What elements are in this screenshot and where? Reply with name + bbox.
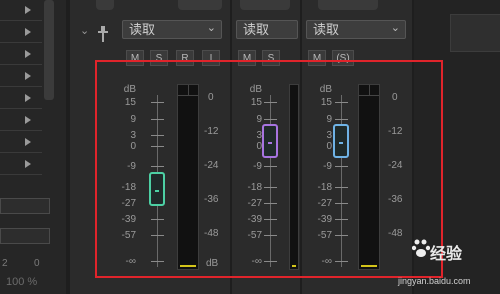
chevron-down-icon: ⌄ [206,22,216,34]
watermark-url: jingyan.baidu.com [398,276,471,286]
input-pin-icon [98,26,108,42]
baidu-paw-icon [412,239,430,257]
expand-triangle-icon[interactable] [25,72,31,80]
select-value: 读取 [243,22,270,37]
divider [0,130,42,131]
value-field[interactable] [0,198,50,214]
divider [0,20,42,21]
zoom-label: 100 % [6,276,38,288]
divider [0,152,42,153]
scrollbar[interactable] [44,0,54,100]
chevron-down-icon: ⌄ [390,22,400,34]
side-panel-box [450,14,500,52]
expand-triangle-icon[interactable] [25,50,31,58]
expand-triangle-icon[interactable] [25,160,31,168]
chevron-down-icon[interactable]: ⌄ [80,24,89,37]
select-value: 读取 [129,22,156,37]
expand-triangle-icon[interactable] [25,28,31,36]
expand-triangle-icon[interactable] [25,6,31,14]
divider [0,108,42,109]
footer-number: 2 [2,258,8,269]
read-mode-select[interactable]: 读取 [236,20,298,39]
highlight-box [95,60,443,278]
header-control[interactable] [318,0,378,10]
watermark-brand: 经验 [430,246,463,263]
read-mode-select[interactable]: 读取 ⌄ [122,20,222,39]
value-field[interactable] [0,228,50,244]
select-value: 读取 [313,22,340,37]
divider [0,174,42,175]
divider [0,86,42,87]
header-control[interactable] [178,0,222,10]
divider [0,42,42,43]
header-knob[interactable] [96,0,114,10]
footer-number: 0 [34,258,40,269]
expand-triangle-icon[interactable] [25,94,31,102]
divider [0,64,42,65]
track-list-panel: 2 0 100 % [0,0,66,294]
header-control[interactable] [240,0,290,10]
read-mode-select[interactable]: 读取 ⌄ [306,20,406,39]
expand-triangle-icon[interactable] [25,138,31,146]
expand-triangle-icon[interactable] [25,116,31,124]
